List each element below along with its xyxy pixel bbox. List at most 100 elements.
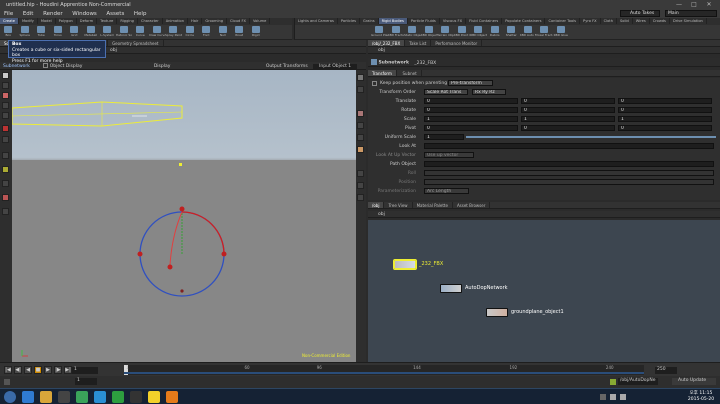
transform-value-field[interactable]: 1 — [618, 116, 712, 122]
transform-value-field[interactable]: 0 — [521, 98, 615, 104]
shelf-tool[interactable]: Rivet — [231, 25, 248, 40]
shelf-tool[interactable]: Shatter — [503, 25, 520, 40]
tab-6[interactable]: Rigging — [117, 18, 138, 24]
lights-icon[interactable] — [2, 166, 9, 173]
shelf-tool[interactable]: Spray Paint — [165, 25, 182, 40]
shelf-tool[interactable]: Circle — [182, 25, 199, 40]
shelf-tool[interactable]: Debris — [487, 25, 504, 40]
status-path[interactable]: /obj/AutoDopNe — [618, 378, 658, 385]
tab-3[interactable]: Asset Browser — [453, 202, 491, 208]
network-editor[interactable]: _232_FBX AutoDopNetwork groundplane_obje… — [368, 220, 720, 362]
ie-icon[interactable] — [22, 391, 34, 403]
tab-7[interactable]: Populate Containers — [502, 18, 546, 24]
menu-windows[interactable]: Windows — [68, 10, 101, 18]
media-icon[interactable] — [58, 391, 70, 403]
shelf-tool[interactable]: Rigid — [248, 25, 265, 40]
chrome-icon[interactable] — [76, 391, 88, 403]
tab-11[interactable]: Cloud FX — [227, 18, 250, 24]
keys-icon[interactable] — [4, 379, 10, 385]
look-up-dropdown[interactable]: Use up vector — [424, 152, 474, 158]
shelf-tool[interactable]: Grid — [66, 25, 83, 40]
params-path[interactable]: obj — [378, 48, 385, 53]
transform-value-field[interactable]: 0 — [424, 107, 518, 113]
tab-0[interactable]: Create — [0, 18, 19, 24]
stop-icon[interactable]: ■ — [34, 366, 42, 374]
tab-14[interactable]: Drive Simulation — [670, 18, 707, 24]
select-tool-icon[interactable] — [2, 72, 9, 79]
look-at-field[interactable] — [424, 143, 714, 149]
takes-dropdown[interactable]: Auto Takes — [620, 10, 660, 17]
maximize-button[interactable]: □ — [687, 1, 701, 9]
transform-tool-icon[interactable] — [2, 92, 9, 99]
transform-value-field[interactable]: 0 — [618, 107, 712, 113]
handle-knob-bottom[interactable] — [180, 289, 184, 293]
menu-help[interactable]: Help — [130, 10, 151, 18]
shelf-tool[interactable]: RBD Fracture — [388, 25, 404, 40]
auto-update-dropdown[interactable]: Auto Update — [672, 378, 716, 385]
shelf-tool[interactable]: L-System — [99, 25, 116, 40]
menu-file[interactable]: File — [0, 10, 17, 18]
shelf-tool[interactable]: Null — [215, 25, 232, 40]
kakaotalk-icon[interactable] — [148, 391, 160, 403]
keep-position-checkbox[interactable] — [372, 81, 377, 86]
visibility-icon[interactable] — [357, 170, 364, 177]
scale-tool-icon[interactable] — [2, 112, 9, 119]
normals-icon[interactable] — [357, 194, 364, 201]
handle-knob-top[interactable] — [179, 206, 185, 212]
transform-order-dropdown[interactable]: Scale Rot Trans — [424, 89, 468, 95]
shelf-tool[interactable]: Voxel Fract. — [536, 25, 553, 40]
rotate-tool-icon[interactable] — [2, 102, 9, 109]
app2-icon[interactable] — [130, 391, 142, 403]
tab-6[interactable]: Fluid Containers — [466, 18, 503, 24]
shelf-tool[interactable]: Static Object — [404, 25, 421, 40]
fbx-node-body[interactable] — [394, 260, 416, 269]
background-icon[interactable] — [357, 134, 364, 141]
jump-end-icon[interactable]: ▶| — [64, 366, 72, 374]
handle-knob-center[interactable] — [167, 264, 173, 270]
viewport-path[interactable]: obj — [110, 48, 117, 53]
tab-12[interactable]: Volume — [250, 18, 271, 24]
transform-value-field[interactable]: 0 — [424, 125, 518, 131]
view-tool-icon[interactable] — [2, 82, 9, 89]
close-button[interactable]: ✕ — [702, 1, 716, 9]
tab-13[interactable]: Crowds — [650, 18, 670, 24]
menu-render[interactable]: Render — [39, 10, 67, 18]
shelf-tool[interactable]: Font — [198, 25, 215, 40]
tab-5[interactable]: Texture — [97, 18, 118, 24]
grid-icon[interactable] — [357, 122, 364, 129]
shelf-tool[interactable]: Sphere — [17, 25, 34, 40]
wireframe-icon[interactable] — [357, 86, 364, 93]
scene-viewport[interactable]: Non-Commercial Edition — [12, 70, 356, 362]
shelf-tool[interactable]: RBD Glue — [553, 25, 570, 40]
tab-9[interactable]: Hair — [188, 18, 203, 24]
shelf-tool[interactable]: Curve — [132, 25, 149, 40]
tab-2[interactable]: Performance Monitor — [431, 40, 483, 46]
tab-1[interactable]: Take List — [405, 40, 432, 46]
shelf-tool[interactable]: Ground Plane — [371, 25, 388, 40]
shelf-tool[interactable]: Platonic Sol. — [116, 25, 132, 40]
camera-icon[interactable] — [2, 180, 9, 187]
tab-0[interactable]: Lights and Cameras — [295, 18, 338, 24]
tab-11[interactable]: Solid — [617, 18, 633, 24]
utorrent-icon[interactable] — [112, 391, 124, 403]
display-options-icon[interactable] — [2, 208, 9, 215]
shelf-tool[interactable]: Draw Curve — [149, 25, 165, 40]
tab-8[interactable]: Container Tools — [545, 18, 581, 24]
points-icon[interactable] — [357, 182, 364, 189]
step-back-icon[interactable]: ◀| — [14, 366, 22, 374]
play-reverse-icon[interactable]: ◀ — [24, 366, 32, 374]
position-field[interactable] — [424, 179, 714, 185]
transform-value-field[interactable]: 0 — [618, 125, 712, 131]
tab-12[interactable]: Wires — [633, 18, 650, 24]
tab-0[interactable]: /obj/_232_FBX — [368, 40, 406, 46]
tab-1[interactable]: Tree View — [384, 202, 413, 208]
shelf-tool[interactable]: Box — [0, 25, 17, 40]
tab-0[interactable]: /obj — [368, 202, 385, 208]
transform-value-field[interactable]: 0 — [521, 107, 615, 113]
tab-transform[interactable]: Transform — [368, 70, 397, 76]
minimize-button[interactable]: — — [672, 1, 686, 9]
transform-value-field[interactable]: 0 — [424, 98, 518, 104]
houdini-taskbar-icon[interactable] — [166, 391, 178, 403]
tab-10[interactable]: Cloth — [601, 18, 617, 24]
timeline-track[interactable]: 1 60 96 144 192 240 — [124, 365, 644, 375]
